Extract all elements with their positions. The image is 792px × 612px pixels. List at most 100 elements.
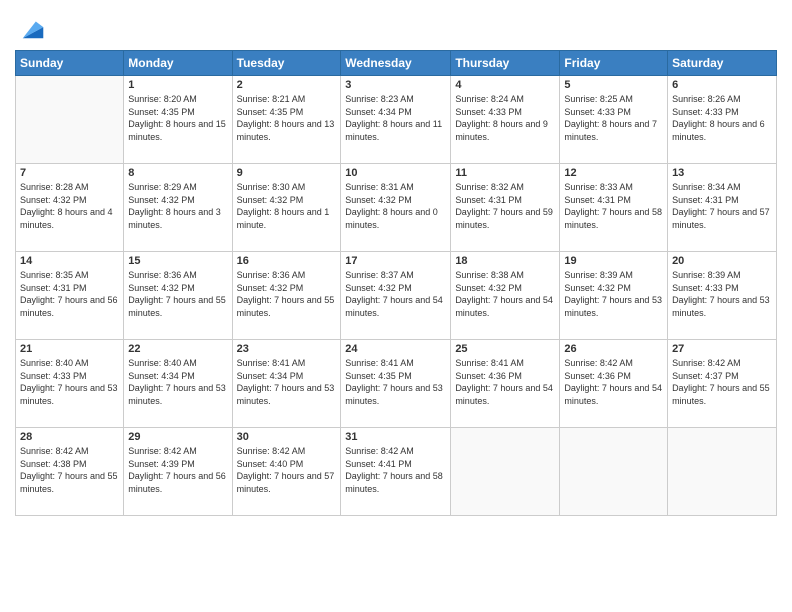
day-info: Sunrise: 8:39 AMSunset: 4:32 PMDaylight:… [564,269,663,319]
logo-icon [19,14,47,42]
day-info: Sunrise: 8:30 AMSunset: 4:32 PMDaylight:… [237,181,337,231]
calendar-cell: 11 Sunrise: 8:32 AMSunset: 4:31 PMDayligh… [451,164,560,252]
day-number: 2 [237,79,337,91]
day-number: 7 [20,167,119,179]
day-info: Sunrise: 8:40 AMSunset: 4:34 PMDaylight:… [128,357,227,407]
day-info: Sunrise: 8:41 AMSunset: 4:36 PMDaylight:… [455,357,555,407]
calendar-cell: 17Sunrise: 8:37 AMSunset: 4:32 PMDayligh… [341,252,451,340]
day-number: 28 [20,431,119,443]
day-info: Sunrise: 8:40 AMSunset: 4:33 PMDaylight:… [20,357,119,407]
calendar-table: SundayMondayTuesdayWednesdayThursdayFrid… [15,50,777,516]
calendar-cell: 22 Sunrise: 8:40 AMSunset: 4:34 PMDayligh… [124,340,232,428]
day-number: 20 [672,255,772,267]
calendar-cell: 27 Sunrise: 8:42 AMSunset: 4:37 PMDayligh… [668,340,777,428]
day-info: Sunrise: 8:42 AMSunset: 4:38 PMDaylight:… [20,445,119,495]
day-number: 17 [345,255,446,267]
calendar-week-row: 28 Sunrise: 8:42 AMSunset: 4:38 PMDayligh… [16,428,777,516]
calendar-cell: 7 Sunrise: 8:28 AMSunset: 4:32 PMDaylight… [16,164,124,252]
day-number: 8 [128,167,227,179]
day-number: 6 [672,79,772,91]
calendar-cell: 10Sunrise: 8:31 AMSunset: 4:32 PMDayligh… [341,164,451,252]
day-number: 21 [20,343,119,355]
day-info: Sunrise: 8:25 AMSunset: 4:33 PMDaylight:… [564,93,663,143]
day-info: Sunrise: 8:41 AMSunset: 4:35 PMDaylight:… [345,357,446,407]
calendar-week-row: 14Sunrise: 8:35 AMSunset: 4:31 PMDayligh… [16,252,777,340]
day-info: Sunrise: 8:42 AMSunset: 4:36 PMDaylight:… [564,357,663,407]
calendar-cell: 31 Sunrise: 8:42 AMSunset: 4:41 PMDayligh… [341,428,451,516]
day-number: 4 [455,79,555,91]
day-number: 1 [128,79,227,91]
calendar-cell: 30 Sunrise: 8:42 AMSunset: 4:40 PMDayligh… [232,428,341,516]
day-number: 24 [345,343,446,355]
day-info: Sunrise: 8:42 AMSunset: 4:39 PMDaylight:… [128,445,227,495]
day-number: 18 [455,255,555,267]
day-number: 29 [128,431,227,443]
day-info: Sunrise: 8:26 AMSunset: 4:33 PMDaylight:… [672,93,772,143]
day-info: Sunrise: 8:36 AMSunset: 4:32 PMDaylight:… [237,269,337,319]
calendar-cell: 28 Sunrise: 8:42 AMSunset: 4:38 PMDayligh… [16,428,124,516]
day-info: Sunrise: 8:34 AMSunset: 4:31 PMDaylight:… [672,181,772,231]
day-info: Sunrise: 8:33 AMSunset: 4:31 PMDaylight:… [564,181,663,231]
day-info: Sunrise: 8:42 AMSunset: 4:41 PMDaylight:… [345,445,446,495]
calendar-cell: 29 Sunrise: 8:42 AMSunset: 4:39 PMDayligh… [124,428,232,516]
calendar-cell [560,428,668,516]
day-info: Sunrise: 8:38 AMSunset: 4:32 PMDaylight:… [455,269,555,319]
day-info: Sunrise: 8:29 AMSunset: 4:32 PMDaylight:… [128,181,227,231]
calendar-cell: 18 Sunrise: 8:38 AMSunset: 4:32 PMDayligh… [451,252,560,340]
weekday-header-thursday: Thursday [451,51,560,76]
day-info: Sunrise: 8:32 AMSunset: 4:31 PMDaylight:… [455,181,555,231]
calendar-week-row: 1Sunrise: 8:20 AMSunset: 4:35 PMDaylight… [16,76,777,164]
day-info: Sunrise: 8:39 AMSunset: 4:33 PMDaylight:… [672,269,772,319]
calendar-cell: 15Sunrise: 8:36 AMSunset: 4:32 PMDayligh… [124,252,232,340]
day-info: Sunrise: 8:23 AMSunset: 4:34 PMDaylight:… [345,93,446,143]
day-number: 26 [564,343,663,355]
day-number: 14 [20,255,119,267]
day-number: 31 [345,431,446,443]
day-number: 10 [345,167,446,179]
weekday-header-tuesday: Tuesday [232,51,341,76]
day-info: Sunrise: 8:42 AMSunset: 4:40 PMDaylight:… [237,445,337,495]
day-number: 22 [128,343,227,355]
calendar-cell: 12Sunrise: 8:33 AMSunset: 4:31 PMDayligh… [560,164,668,252]
calendar-cell: 14Sunrise: 8:35 AMSunset: 4:31 PMDayligh… [16,252,124,340]
calendar-cell: 24 Sunrise: 8:41 AMSunset: 4:35 PMDayligh… [341,340,451,428]
day-number: 30 [237,431,337,443]
calendar-cell: 4 Sunrise: 8:24 AMSunset: 4:33 PMDaylight… [451,76,560,164]
day-number: 13 [672,167,772,179]
calendar-cell: 9Sunrise: 8:30 AMSunset: 4:32 PMDaylight… [232,164,341,252]
day-number: 19 [564,255,663,267]
day-number: 11 [455,167,555,179]
day-info: Sunrise: 8:36 AMSunset: 4:32 PMDaylight:… [128,269,227,319]
header [15,10,777,42]
calendar-cell: 19 Sunrise: 8:39 AMSunset: 4:32 PMDayligh… [560,252,668,340]
calendar-cell: 8 Sunrise: 8:29 AMSunset: 4:32 PMDaylight… [124,164,232,252]
calendar-cell: 23 Sunrise: 8:41 AMSunset: 4:34 PMDayligh… [232,340,341,428]
calendar-week-row: 21 Sunrise: 8:40 AMSunset: 4:33 PMDayligh… [16,340,777,428]
calendar-header-row: SundayMondayTuesdayWednesdayThursdayFrid… [16,51,777,76]
weekday-header-friday: Friday [560,51,668,76]
day-info: Sunrise: 8:42 AMSunset: 4:37 PMDaylight:… [672,357,772,407]
calendar-cell: 6 Sunrise: 8:26 AMSunset: 4:33 PMDaylight… [668,76,777,164]
day-number: 5 [564,79,663,91]
day-info: Sunrise: 8:41 AMSunset: 4:34 PMDaylight:… [237,357,337,407]
day-number: 27 [672,343,772,355]
calendar-cell: 20 Sunrise: 8:39 AMSunset: 4:33 PMDayligh… [668,252,777,340]
calendar-cell [16,76,124,164]
calendar-week-row: 7 Sunrise: 8:28 AMSunset: 4:32 PMDaylight… [16,164,777,252]
day-info: Sunrise: 8:24 AMSunset: 4:33 PMDaylight:… [455,93,555,143]
day-info: Sunrise: 8:28 AMSunset: 4:32 PMDaylight:… [20,181,119,231]
calendar-cell: 2Sunrise: 8:21 AMSunset: 4:35 PMDaylight… [232,76,341,164]
weekday-header-saturday: Saturday [668,51,777,76]
day-number: 23 [237,343,337,355]
calendar-cell: 1Sunrise: 8:20 AMSunset: 4:35 PMDaylight… [124,76,232,164]
day-number: 16 [237,255,337,267]
logo [15,14,47,42]
calendar-cell: 21 Sunrise: 8:40 AMSunset: 4:33 PMDayligh… [16,340,124,428]
weekday-header-wednesday: Wednesday [341,51,451,76]
day-number: 25 [455,343,555,355]
calendar-cell: 3Sunrise: 8:23 AMSunset: 4:34 PMDaylight… [341,76,451,164]
weekday-header-monday: Monday [124,51,232,76]
calendar-cell: 5 Sunrise: 8:25 AMSunset: 4:33 PMDaylight… [560,76,668,164]
calendar-cell [451,428,560,516]
calendar-cell: 26 Sunrise: 8:42 AMSunset: 4:36 PMDayligh… [560,340,668,428]
